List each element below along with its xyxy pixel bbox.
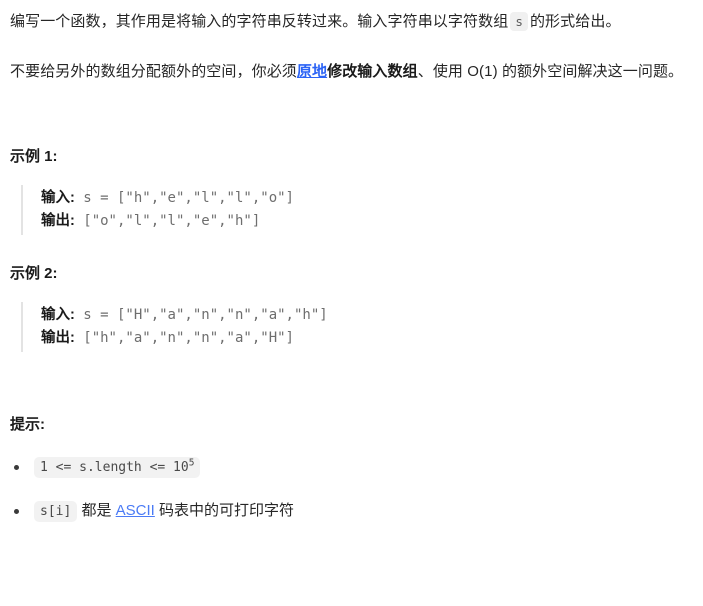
constraint-item-1: 1 <= s.length <= 105	[10, 454, 693, 481]
example-1-input-line: 输入: s = ["h","e","l","l","o"]	[41, 187, 693, 210]
paragraph-2-bold-text: 修改输入数组	[327, 63, 418, 80]
constraints-title: 提示:	[10, 416, 45, 433]
constraint-2-text-after: 码表中的可打印字符	[154, 502, 295, 519]
ascii-link[interactable]: ASCII	[116, 502, 155, 519]
example-1-input-label: 输入:	[41, 190, 75, 206]
in-place-link[interactable]: 原地	[297, 63, 327, 80]
problem-description-page: 编写一个函数，其作用是将输入的字符串反转过来。输入字符串以字符数组 s 的形式给出。…	[0, 0, 703, 525]
example-2-output-value: ["h","a","n","n","a","H"]	[74, 330, 294, 346]
description-paragraph-2: 不要给另外的数组分配额外的空间，你必须原地修改输入数组、使用 O(1) 的额外空…	[10, 58, 693, 86]
constraint-item-2: s[i] 都是 ASCII 码表中的可打印字符	[10, 498, 693, 525]
example-1-output-label: 输出:	[41, 213, 75, 229]
bullet-icon	[14, 509, 19, 514]
example-2-block: 输入: s = ["H","a","n","n","a","h"] 输出: ["…	[21, 302, 693, 352]
constraint-2-code: s[i]	[34, 501, 78, 522]
constraints-list: 1 <= s.length <= 105 s[i] 都是 ASCII 码表中的可…	[10, 454, 693, 525]
paragraph-1-text-after-code: 的形式给出。	[529, 13, 621, 30]
paragraph-2-text-part2: 、使用 O(1) 的额外空间解决这一问题。	[417, 63, 684, 80]
example-1-output-value: ["o","l","l","e","h"]	[74, 213, 261, 229]
constraint-1-exponent: 5	[188, 457, 195, 469]
spacer-after-constraints-title	[10, 436, 693, 454]
example-2-title: 示例 2:	[10, 265, 58, 282]
example-2-input-value: s = ["H","a","n","n","a","h"]	[74, 307, 328, 323]
example-1-title: 示例 1:	[10, 148, 58, 165]
example-2-input-line: 输入: s = ["H","a","n","n","a","h"]	[41, 304, 693, 327]
example-2-output-line: 输出: ["h","a","n","n","a","H"]	[41, 327, 693, 350]
spacer-before-example-2	[10, 235, 693, 263]
paragraph-1-text-before-code: 编写一个函数，其作用是将输入的字符串反转过来。输入字符串以字符数组	[10, 13, 509, 30]
example-2-output-label: 输出:	[41, 330, 75, 346]
paragraph-2-text-part1: 不要给另外的数组分配额外的空间，你必须	[10, 63, 297, 80]
example-1-block: 输入: s = ["h","e","l","l","o"] 输出: ["o","…	[21, 185, 693, 235]
spacer-before-constraints	[10, 352, 693, 414]
description-paragraph-1: 编写一个函数，其作用是将输入的字符串反转过来。输入字符串以字符数组 s 的形式给出。	[10, 8, 693, 36]
constraint-2-text-before-link: 都是	[77, 502, 116, 519]
constraint-1-code: 1 <= s.length <= 105	[34, 457, 201, 478]
bullet-icon	[14, 465, 19, 470]
spacer-before-example-1	[10, 86, 693, 146]
inline-code-s: s	[510, 12, 528, 31]
example-2-input-label: 输入:	[41, 307, 75, 323]
example-1-input-value: s = ["h","e","l","l","o"]	[74, 190, 294, 206]
constraint-1-code-text: 1 <= s.length <= 10	[40, 460, 189, 475]
example-1-output-line: 输出: ["o","l","l","e","h"]	[41, 210, 693, 233]
